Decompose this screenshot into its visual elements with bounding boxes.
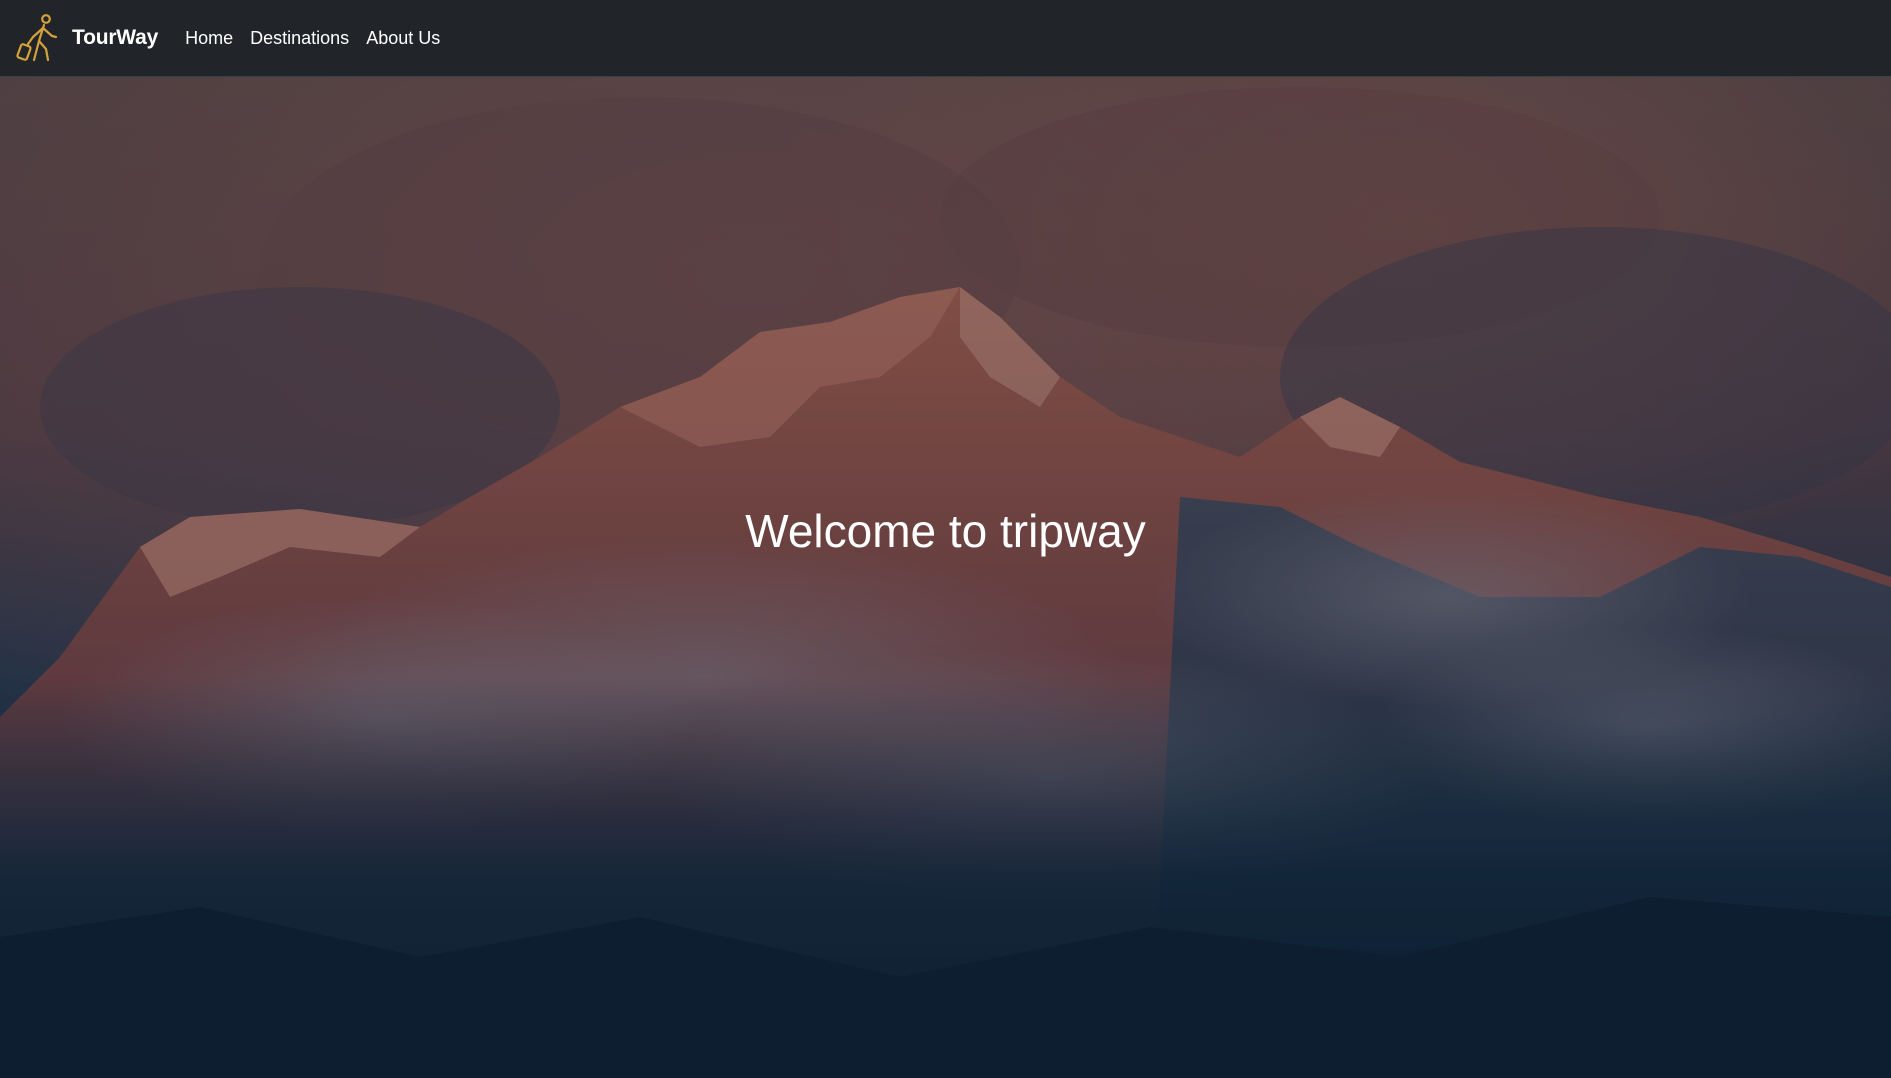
- nav-links: Home Destinations About Us: [185, 28, 457, 49]
- brand-name: TourWay: [72, 26, 159, 49]
- hero-section: Welcome to tripway: [0, 77, 1891, 1078]
- brand-link[interactable]: TourWay: [16, 14, 158, 62]
- walking-traveler-icon: [16, 14, 58, 62]
- nav-link-home[interactable]: Home: [185, 28, 233, 49]
- nav-link-destinations[interactable]: Destinations: [250, 28, 349, 49]
- hero-title: Welcome to tripway: [745, 505, 1146, 557]
- mountain-background-image: [0, 77, 1891, 1078]
- nav-link-about-us[interactable]: About Us: [366, 28, 440, 49]
- top-navbar: TourWay Home Destinations About Us: [0, 0, 1891, 77]
